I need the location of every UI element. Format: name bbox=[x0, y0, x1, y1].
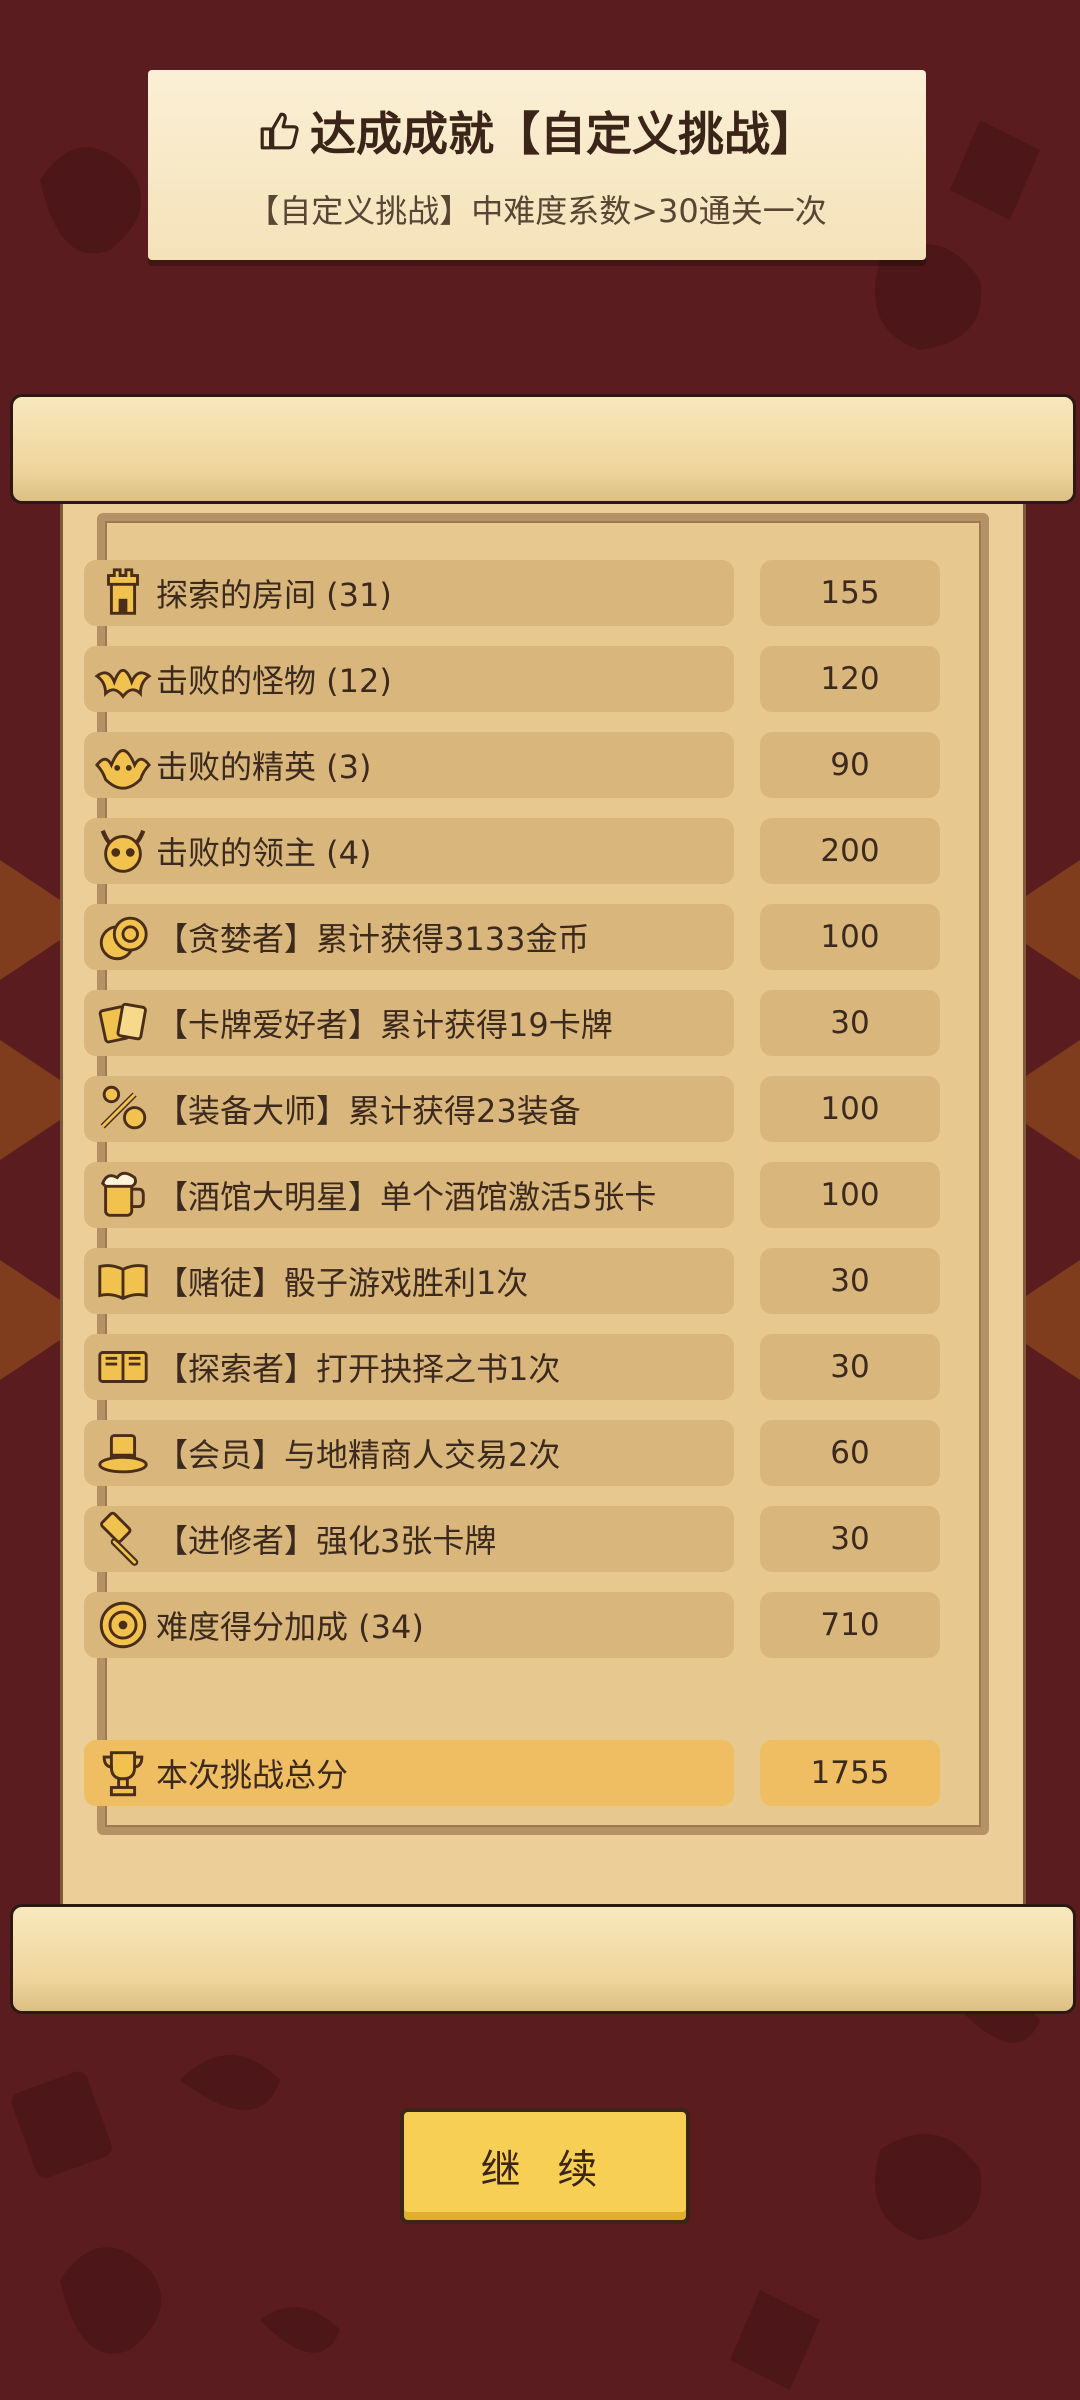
score-row-cards: 【卡牌爱好者】累计获得19卡牌 30 bbox=[84, 990, 944, 1056]
continue-button[interactable]: 继 续 bbox=[400, 2108, 690, 2224]
score-scroll: 探索的房间 (31) 155 击败的怪物 (12) 120 击败的精英 (3) … bbox=[0, 380, 1080, 2014]
row-label: 【进修者】强化3张卡牌 bbox=[156, 1522, 497, 1560]
score-row-difficulty: 难度得分加成 (34) 710 bbox=[84, 1592, 944, 1658]
scroll-bottom-rod bbox=[10, 1904, 1076, 2014]
row-value: 200 bbox=[760, 818, 940, 884]
row-label: 【会员】与地精商人交易2次 bbox=[156, 1436, 561, 1474]
tower-icon bbox=[107, 568, 139, 615]
dice-book-icon bbox=[98, 1264, 148, 1301]
boss-skull-icon bbox=[100, 829, 146, 873]
score-row-rooms: 探索的房间 (31) 155 bbox=[84, 560, 944, 626]
row-value: 30 bbox=[760, 1506, 940, 1572]
row-label: 击败的精英 (3) bbox=[156, 748, 372, 786]
total-label: 本次挑战总分 bbox=[156, 1756, 349, 1794]
scroll-top-rod bbox=[10, 394, 1076, 504]
row-label: 【贪婪者】累计获得3133金币 bbox=[156, 920, 590, 958]
book-icon bbox=[98, 1351, 148, 1383]
top-hat-icon bbox=[98, 1434, 148, 1474]
achievement-description: 【自定义挑战】中难度系数>30通关一次 bbox=[247, 192, 827, 230]
row-label: 击败的领主 (4) bbox=[156, 834, 372, 872]
difficulty-badge-icon bbox=[99, 1601, 147, 1649]
cards-icon bbox=[98, 1002, 147, 1044]
achievement-banner: 达成成就【自定义挑战】 【自定义挑战】中难度系数>30通关一次 bbox=[148, 70, 926, 260]
row-label: 【酒馆大明星】单个酒馆激活5张卡 bbox=[156, 1178, 657, 1216]
coins-icon bbox=[99, 916, 148, 961]
row-value: 710 bbox=[760, 1592, 940, 1658]
row-value: 100 bbox=[760, 1076, 940, 1142]
achievement-title-text: 达成成就【自定义挑战】 bbox=[310, 107, 816, 161]
score-row-equipment: 【装备大师】累计获得23装备 100 bbox=[84, 1076, 944, 1142]
row-label: 【赌徒】骰子游戏胜利1次 bbox=[156, 1264, 529, 1302]
score-row-tavern: 【酒馆大明星】单个酒馆激活5张卡 100 bbox=[84, 1162, 944, 1228]
score-row-gambler: 【赌徒】骰子游戏胜利1次 30 bbox=[84, 1248, 944, 1314]
row-label: 击败的怪物 (12) bbox=[156, 662, 392, 700]
score-row-total: 本次挑战总分 1755 bbox=[84, 1740, 944, 1806]
row-label: 难度得分加成 (34) bbox=[156, 1608, 424, 1646]
bat-icon bbox=[94, 668, 152, 699]
score-row-explorer: 【探索者】打开抉择之书1次 30 bbox=[84, 1334, 944, 1400]
score-row-gold: 【贪婪者】累计获得3133金币 100 bbox=[84, 904, 944, 970]
beer-mug-icon bbox=[101, 1171, 145, 1217]
row-value: 60 bbox=[760, 1420, 940, 1486]
row-label: 【卡牌爱好者】累计获得19卡牌 bbox=[156, 1006, 613, 1044]
score-row-bosses: 击败的领主 (4) 200 bbox=[84, 818, 944, 884]
score-row-monsters: 击败的怪物 (12) 120 bbox=[84, 646, 944, 712]
score-row-member: 【会员】与地精商人交易2次 60 bbox=[84, 1420, 944, 1486]
row-value: 30 bbox=[760, 1334, 940, 1400]
row-value: 120 bbox=[760, 646, 940, 712]
row-value: 30 bbox=[760, 990, 940, 1056]
equipment-icon bbox=[100, 1085, 147, 1130]
row-value: 100 bbox=[760, 1162, 940, 1228]
row-label: 探索的房间 (31) bbox=[156, 576, 392, 614]
score-row-upgrade: 【进修者】强化3张卡牌 30 bbox=[84, 1506, 944, 1572]
elite-demon-icon bbox=[94, 749, 152, 790]
row-label: 【装备大师】累计获得23装备 bbox=[156, 1092, 581, 1130]
row-label: 【探索者】打开抉择之书1次 bbox=[156, 1350, 561, 1388]
row-value: 100 bbox=[760, 904, 940, 970]
trophy-icon bbox=[102, 1751, 144, 1797]
hammer-icon bbox=[100, 1511, 139, 1566]
row-value: 90 bbox=[760, 732, 940, 798]
score-row-elites: 击败的精英 (3) 90 bbox=[84, 732, 944, 798]
achievement-title: 达成成就【自定义挑战】 bbox=[148, 98, 926, 164]
row-value: 30 bbox=[760, 1248, 940, 1314]
thumbs-up-icon bbox=[260, 112, 299, 150]
row-value: 155 bbox=[760, 560, 940, 626]
total-value: 1755 bbox=[760, 1740, 940, 1806]
